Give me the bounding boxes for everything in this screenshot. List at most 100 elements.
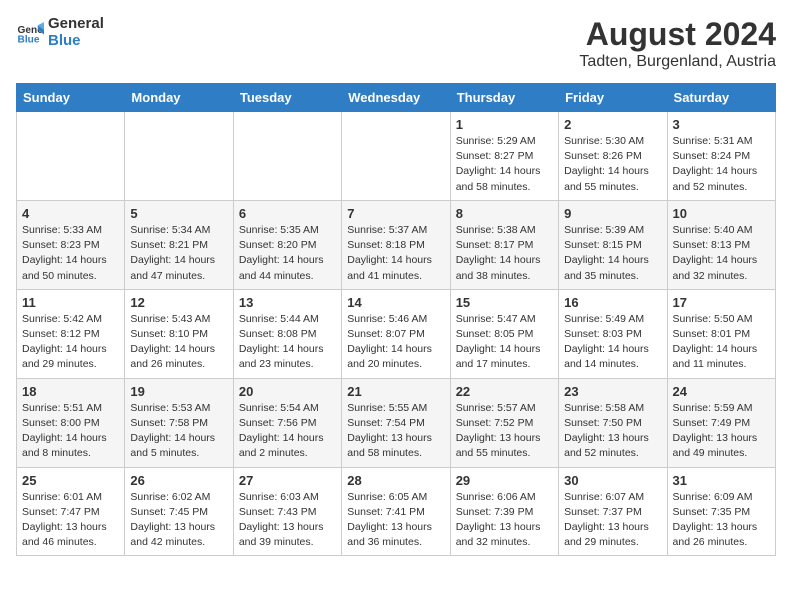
day-number: 13 (239, 295, 336, 310)
calendar-cell (342, 112, 450, 201)
day-info: Sunrise: 6:02 AM Sunset: 7:45 PM Dayligh… (130, 490, 227, 551)
day-number: 11 (22, 295, 119, 310)
calendar-cell (125, 112, 233, 201)
day-info: Sunrise: 5:31 AM Sunset: 8:24 PM Dayligh… (673, 134, 770, 195)
day-number: 25 (22, 473, 119, 488)
day-number: 19 (130, 384, 227, 399)
day-number: 29 (456, 473, 553, 488)
day-info: Sunrise: 5:50 AM Sunset: 8:01 PM Dayligh… (673, 312, 770, 373)
day-info: Sunrise: 5:33 AM Sunset: 8:23 PM Dayligh… (22, 223, 119, 284)
day-info: Sunrise: 6:05 AM Sunset: 7:41 PM Dayligh… (347, 490, 444, 551)
day-number: 15 (456, 295, 553, 310)
calendar-cell: 19 Sunrise: 5:53 AM Sunset: 7:58 PM Dayli… (125, 378, 233, 467)
calendar-cell: 6 Sunrise: 5:35 AM Sunset: 8:20 PM Daylig… (233, 200, 341, 289)
calendar-cell: 18Sunrise: 5:51 AM Sunset: 8:00 PM Dayli… (17, 378, 125, 467)
day-info: Sunrise: 5:40 AM Sunset: 8:13 PM Dayligh… (673, 223, 770, 284)
day-info: Sunrise: 6:07 AM Sunset: 7:37 PM Dayligh… (564, 490, 661, 551)
calendar-cell: 20 Sunrise: 5:54 AM Sunset: 7:56 PM Dayli… (233, 378, 341, 467)
day-info: Sunrise: 5:54 AM Sunset: 7:56 PM Dayligh… (239, 401, 336, 462)
day-number: 24 (673, 384, 770, 399)
calendar-cell: 24Sunrise: 5:59 AM Sunset: 7:49 PM Dayli… (667, 378, 775, 467)
weekday-header-sunday: Sunday (17, 84, 125, 112)
calendar-cell: 25 Sunrise: 6:01 AM Sunset: 7:47 PM Dayli… (17, 467, 125, 556)
weekday-header-tuesday: Tuesday (233, 84, 341, 112)
logo-line2: Blue (48, 33, 104, 50)
calendar-cell: 14 Sunrise: 5:46 AM Sunset: 8:07 PM Dayli… (342, 289, 450, 378)
day-number: 10 (673, 206, 770, 221)
week-row-4: 18Sunrise: 5:51 AM Sunset: 8:00 PM Dayli… (17, 378, 776, 467)
calendar-cell: 3 Sunrise: 5:31 AM Sunset: 8:24 PM Daylig… (667, 112, 775, 201)
day-info: Sunrise: 5:46 AM Sunset: 8:07 PM Dayligh… (347, 312, 444, 373)
calendar-cell: 9Sunrise: 5:39 AM Sunset: 8:15 PM Daylig… (559, 200, 667, 289)
calendar-cell: 28 Sunrise: 6:05 AM Sunset: 7:41 PM Dayli… (342, 467, 450, 556)
week-row-1: 1Sunrise: 5:29 AM Sunset: 8:27 PM Daylig… (17, 112, 776, 201)
day-number: 22 (456, 384, 553, 399)
day-info: Sunrise: 5:37 AM Sunset: 8:18 PM Dayligh… (347, 223, 444, 284)
calendar-cell: 10 Sunrise: 5:40 AM Sunset: 8:13 PM Dayli… (667, 200, 775, 289)
calendar-cell: 27 Sunrise: 6:03 AM Sunset: 7:43 PM Dayli… (233, 467, 341, 556)
calendar-cell: 12 Sunrise: 5:43 AM Sunset: 8:10 PM Dayli… (125, 289, 233, 378)
day-info: Sunrise: 5:30 AM Sunset: 8:26 PM Dayligh… (564, 134, 661, 195)
calendar-cell (233, 112, 341, 201)
page-header: General Blue General Blue August 2024 Ta… (16, 16, 776, 71)
day-info: Sunrise: 5:53 AM Sunset: 7:58 PM Dayligh… (130, 401, 227, 462)
calendar-cell: 21Sunrise: 5:55 AM Sunset: 7:54 PM Dayli… (342, 378, 450, 467)
calendar-cell: 16 Sunrise: 5:49 AM Sunset: 8:03 PM Dayli… (559, 289, 667, 378)
calendar-cell: 22 Sunrise: 5:57 AM Sunset: 7:52 PM Dayli… (450, 378, 558, 467)
day-number: 27 (239, 473, 336, 488)
calendar-cell: 5Sunrise: 5:34 AM Sunset: 8:21 PM Daylig… (125, 200, 233, 289)
day-number: 7 (347, 206, 444, 221)
day-number: 23 (564, 384, 661, 399)
weekday-header-saturday: Saturday (667, 84, 775, 112)
week-row-5: 25 Sunrise: 6:01 AM Sunset: 7:47 PM Dayli… (17, 467, 776, 556)
day-number: 5 (130, 206, 227, 221)
day-number: 1 (456, 117, 553, 132)
day-number: 30 (564, 473, 661, 488)
calendar-cell: 7 Sunrise: 5:37 AM Sunset: 8:18 PM Daylig… (342, 200, 450, 289)
day-number: 4 (22, 206, 119, 221)
calendar-subtitle: Tadten, Burgenland, Austria (579, 53, 776, 71)
calendar-cell: 1Sunrise: 5:29 AM Sunset: 8:27 PM Daylig… (450, 112, 558, 201)
logo-icon: General Blue (16, 19, 44, 47)
calendar-title: August 2024 (579, 16, 776, 53)
day-info: Sunrise: 5:49 AM Sunset: 8:03 PM Dayligh… (564, 312, 661, 373)
day-number: 6 (239, 206, 336, 221)
calendar-cell: 15 Sunrise: 5:47 AM Sunset: 8:05 PM Dayli… (450, 289, 558, 378)
logo-text: General Blue (48, 16, 104, 49)
svg-text:Blue: Blue (18, 34, 40, 45)
calendar-cell: 31Sunrise: 6:09 AM Sunset: 7:35 PM Dayli… (667, 467, 775, 556)
day-info: Sunrise: 6:03 AM Sunset: 7:43 PM Dayligh… (239, 490, 336, 551)
weekday-header-monday: Monday (125, 84, 233, 112)
day-info: Sunrise: 5:58 AM Sunset: 7:50 PM Dayligh… (564, 401, 661, 462)
day-number: 16 (564, 295, 661, 310)
weekday-header-wednesday: Wednesday (342, 84, 450, 112)
day-number: 20 (239, 384, 336, 399)
calendar-cell: 2Sunrise: 5:30 AM Sunset: 8:26 PM Daylig… (559, 112, 667, 201)
day-number: 28 (347, 473, 444, 488)
day-number: 8 (456, 206, 553, 221)
week-row-3: 11Sunrise: 5:42 AM Sunset: 8:12 PM Dayli… (17, 289, 776, 378)
day-number: 12 (130, 295, 227, 310)
calendar-cell: 11Sunrise: 5:42 AM Sunset: 8:12 PM Dayli… (17, 289, 125, 378)
calendar-body: 1Sunrise: 5:29 AM Sunset: 8:27 PM Daylig… (17, 112, 776, 556)
day-info: Sunrise: 5:43 AM Sunset: 8:10 PM Dayligh… (130, 312, 227, 373)
logo-line1: General (48, 16, 104, 33)
day-number: 17 (673, 295, 770, 310)
day-info: Sunrise: 5:47 AM Sunset: 8:05 PM Dayligh… (456, 312, 553, 373)
day-info: Sunrise: 6:09 AM Sunset: 7:35 PM Dayligh… (673, 490, 770, 551)
calendar-cell (17, 112, 125, 201)
calendar-cell: 8Sunrise: 5:38 AM Sunset: 8:17 PM Daylig… (450, 200, 558, 289)
day-number: 9 (564, 206, 661, 221)
calendar-cell: 23 Sunrise: 5:58 AM Sunset: 7:50 PM Dayli… (559, 378, 667, 467)
day-number: 3 (673, 117, 770, 132)
calendar-cell: 29Sunrise: 6:06 AM Sunset: 7:39 PM Dayli… (450, 467, 558, 556)
day-info: Sunrise: 5:55 AM Sunset: 7:54 PM Dayligh… (347, 401, 444, 462)
day-number: 14 (347, 295, 444, 310)
day-info: Sunrise: 5:35 AM Sunset: 8:20 PM Dayligh… (239, 223, 336, 284)
logo: General Blue General Blue (16, 16, 104, 49)
day-info: Sunrise: 5:57 AM Sunset: 7:52 PM Dayligh… (456, 401, 553, 462)
calendar-cell: 4 Sunrise: 5:33 AM Sunset: 8:23 PM Daylig… (17, 200, 125, 289)
calendar-cell: 13Sunrise: 5:44 AM Sunset: 8:08 PM Dayli… (233, 289, 341, 378)
title-block: August 2024 Tadten, Burgenland, Austria (579, 16, 776, 71)
day-info: Sunrise: 6:01 AM Sunset: 7:47 PM Dayligh… (22, 490, 119, 551)
